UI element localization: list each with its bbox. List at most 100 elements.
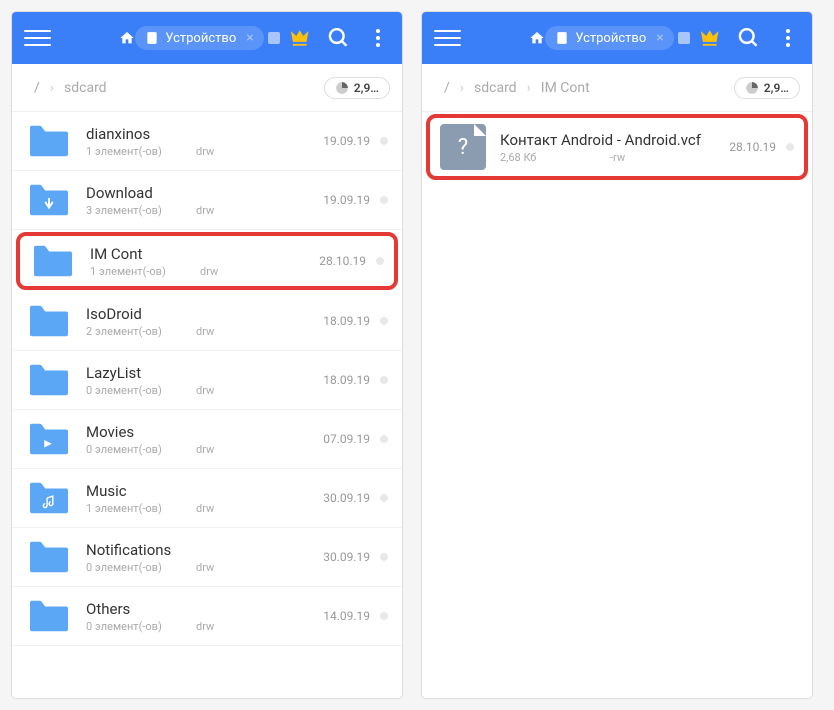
- folder-icon: [26, 122, 72, 160]
- tab-indicator: [678, 32, 690, 44]
- storage-badge[interactable]: 2,9…: [734, 77, 800, 99]
- folder-icon: [26, 420, 72, 458]
- file-date: 30.09.19: [323, 491, 370, 505]
- file-perm: drw: [196, 561, 256, 574]
- list-item[interactable]: Music1 элемент(-ов)drw30.09.19: [12, 469, 402, 528]
- selection-dot[interactable]: [380, 494, 388, 502]
- file-name: Movies: [86, 423, 323, 441]
- file-icon: ?: [440, 124, 486, 170]
- list-item[interactable]: ? Контакт Android - Android.vcf2,68 Кб-rw…: [426, 114, 808, 180]
- device-tab-chip[interactable]: Устройство ×: [545, 26, 673, 50]
- file-name: IsoDroid: [86, 305, 323, 323]
- phone-left: Устройство × / › sdcard 2,9… dianxinos 1 …: [12, 12, 402, 698]
- selection-dot[interactable]: [380, 376, 388, 384]
- chip-label: Устройство: [165, 31, 236, 46]
- pie-icon: [335, 81, 349, 95]
- breadcrumb-item[interactable]: /: [434, 80, 460, 96]
- file-meta: 2,68 Кб-rw: [500, 151, 729, 164]
- file-meta: 3 элемент(-ов)drw: [86, 204, 323, 217]
- breadcrumb: / › sdcard 2,9…: [12, 64, 402, 112]
- file-date: 19.09.19: [323, 134, 370, 148]
- folder-icon: [26, 538, 72, 576]
- selection-dot[interactable]: [380, 196, 388, 204]
- device-tab-chip[interactable]: Устройство ×: [135, 26, 263, 50]
- storage-text: 2,9…: [764, 81, 789, 95]
- device-icon: [145, 31, 159, 45]
- storage-text: 2,9…: [354, 81, 379, 95]
- file-date: 18.09.19: [323, 373, 370, 387]
- file-info: Контакт Android - Android.vcf2,68 Кб-rw: [500, 131, 729, 164]
- file-info: IsoDroid 2 элемент(-ов)drw: [86, 305, 323, 338]
- selection-dot[interactable]: [786, 143, 794, 151]
- file-size: 1 элемент(-ов): [86, 145, 196, 158]
- file-size: 3 элемент(-ов): [86, 204, 196, 217]
- file-perm: drw: [196, 325, 256, 338]
- crown-icon[interactable]: [698, 26, 721, 50]
- file-info: IM Cont1 элемент(-ов)drw: [90, 245, 319, 278]
- search-icon[interactable]: [737, 26, 760, 50]
- list-item[interactable]: dianxinos1 элемент(-ов)drw19.09.19: [12, 112, 402, 171]
- selection-dot[interactable]: [380, 317, 388, 325]
- topbar: Устройство ×: [12, 12, 402, 64]
- topbar: Устройство ×: [422, 12, 812, 64]
- file-perm: drw: [196, 145, 256, 158]
- file-meta: 2 элемент(-ов)drw: [86, 325, 323, 338]
- selection-dot[interactable]: [380, 137, 388, 145]
- list-item[interactable]: LazyList 0 элемент(-ов)drw18.09.19: [12, 351, 402, 410]
- list-item[interactable]: Notifications0 элемент(-ов)drw30.09.19: [12, 528, 402, 587]
- list-item[interactable]: IM Cont1 элемент(-ов)drw28.10.19: [16, 232, 398, 290]
- file-date: 28.10.19: [729, 140, 776, 154]
- file-meta: 0 элемент(-ов)drw: [86, 443, 323, 456]
- menu-icon[interactable]: [434, 24, 461, 52]
- file-list[interactable]: ? Контакт Android - Android.vcf2,68 Кб-rw…: [422, 112, 812, 698]
- storage-badge[interactable]: 2,9…: [324, 77, 390, 99]
- selection-dot[interactable]: [376, 257, 384, 265]
- chip-label: Устройство: [575, 31, 646, 46]
- folder-icon: [26, 181, 72, 219]
- file-date: 28.10.19: [319, 254, 366, 268]
- more-icon[interactable]: [777, 26, 800, 50]
- list-item[interactable]: Others0 элемент(-ов)drw14.09.19: [12, 587, 402, 646]
- device-icon: [555, 31, 569, 45]
- breadcrumb-item[interactable]: sdcard: [54, 80, 117, 96]
- more-icon[interactable]: [367, 26, 390, 50]
- file-info: Notifications0 элемент(-ов)drw: [86, 541, 323, 574]
- file-name: LazyList: [86, 364, 323, 382]
- file-info: Music1 элемент(-ов)drw: [86, 482, 323, 515]
- file-perm: drw: [196, 620, 256, 633]
- file-size: 0 элемент(-ов): [86, 561, 196, 574]
- file-perm: -rw: [610, 151, 670, 164]
- list-item[interactable]: Movies0 элемент(-ов)drw07.09.19: [12, 410, 402, 469]
- home-icon[interactable]: [529, 30, 545, 46]
- close-icon[interactable]: ×: [246, 30, 253, 46]
- crown-icon[interactable]: [288, 26, 311, 50]
- menu-icon[interactable]: [24, 24, 51, 52]
- selection-dot[interactable]: [380, 435, 388, 443]
- home-icon[interactable]: [119, 30, 135, 46]
- selection-dot[interactable]: [380, 612, 388, 620]
- folder-icon: [26, 361, 72, 399]
- breadcrumb-item[interactable]: sdcard: [464, 80, 527, 96]
- file-name: dianxinos: [86, 125, 323, 143]
- breadcrumb-item[interactable]: /: [24, 80, 50, 96]
- file-name: Download: [86, 184, 323, 202]
- file-info: Download 3 элемент(-ов)drw: [86, 184, 323, 217]
- search-icon[interactable]: [327, 26, 350, 50]
- file-name: IM Cont: [90, 245, 319, 263]
- tab-chip-group: Устройство ×: [529, 26, 689, 50]
- file-meta: 0 элемент(-ов)drw: [86, 384, 323, 397]
- file-name: Music: [86, 482, 323, 500]
- file-meta: 1 элемент(-ов)drw: [86, 145, 323, 158]
- file-list[interactable]: dianxinos1 элемент(-ов)drw19.09.19Downlo…: [12, 112, 402, 698]
- file-info: dianxinos 1 элемент(-ов)drw: [86, 125, 323, 158]
- breadcrumb-item[interactable]: IM Cont: [531, 80, 600, 96]
- phone-right: Устройство × / › sdcard › IM Cont 2,9… ?…: [422, 12, 812, 698]
- selection-dot[interactable]: [380, 553, 388, 561]
- close-icon[interactable]: ×: [656, 30, 663, 46]
- tab-indicator: [268, 32, 280, 44]
- file-date: 18.09.19: [323, 314, 370, 328]
- list-item[interactable]: Download3 элемент(-ов)drw19.09.19: [12, 171, 402, 230]
- list-item[interactable]: IsoDroid 2 элемент(-ов)drw18.09.19: [12, 292, 402, 351]
- file-info: Movies 0 элемент(-ов)drw: [86, 423, 323, 456]
- pie-icon: [745, 81, 759, 95]
